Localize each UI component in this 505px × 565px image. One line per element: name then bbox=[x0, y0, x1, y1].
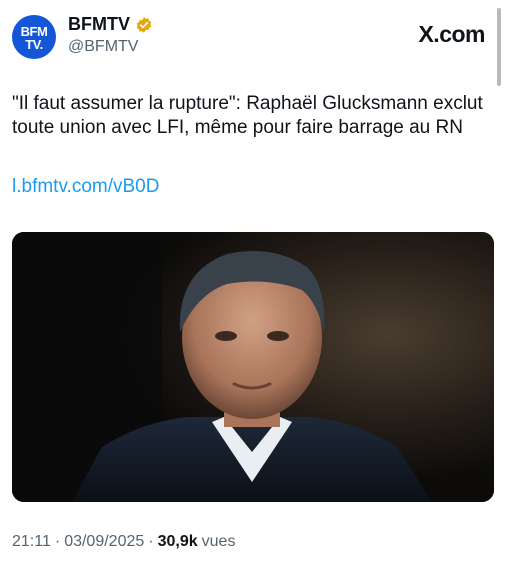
portrait-image bbox=[12, 232, 494, 502]
separator-dot: · bbox=[148, 533, 154, 550]
tweet-meta: 21:11 · 03/09/2025 · 30,9k vues bbox=[12, 533, 235, 551]
name-row: BFMTV bbox=[68, 14, 153, 35]
tweet-date[interactable]: 03/09/2025 bbox=[64, 533, 144, 551]
avatar-logo-line2: TV. bbox=[25, 37, 43, 52]
tweet-header: BFM TV. BFMTV @BFMTV X.com bbox=[12, 13, 493, 63]
separator-dot: · bbox=[54, 533, 61, 550]
account-handle[interactable]: @BFMTV bbox=[68, 38, 138, 56]
tweet-text: "Il faut assumer la rupture": Raphaël Gl… bbox=[12, 93, 483, 138]
views-label: vues bbox=[201, 533, 236, 550]
verified-badge-icon bbox=[136, 16, 152, 33]
scrollbar[interactable] bbox=[497, 8, 501, 86]
x-com-logo: X.com bbox=[418, 21, 485, 47]
tweet-link[interactable]: l.bfmtv.com/vB0D bbox=[12, 176, 159, 198]
tweet-time[interactable]: 21:11 bbox=[12, 533, 51, 551]
avatar[interactable]: BFM TV. bbox=[12, 15, 56, 59]
tweet-photo[interactable] bbox=[12, 232, 494, 502]
account-name[interactable]: BFMTV bbox=[68, 14, 130, 35]
views-count: 30,9k bbox=[157, 533, 198, 550]
